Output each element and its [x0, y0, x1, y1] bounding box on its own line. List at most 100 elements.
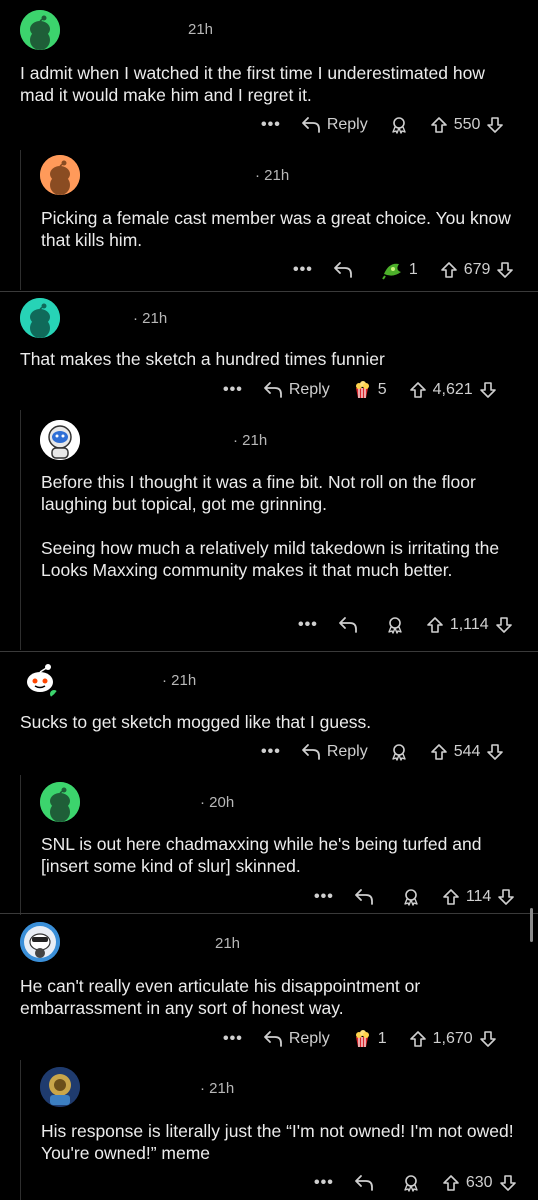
comment-actions: ••• 114	[314, 884, 515, 910]
more-icon[interactable]: •••	[314, 1174, 334, 1192]
award-button[interactable]: 5	[352, 380, 387, 400]
avatar[interactable]	[40, 420, 80, 460]
reply-button[interactable]: Reply	[263, 381, 330, 399]
vote-control: 630	[442, 1174, 517, 1192]
award-icon	[392, 744, 406, 761]
avatar[interactable]	[20, 10, 60, 50]
comment-paragraph: Picking a female cast member was a great…	[41, 208, 511, 250]
award-button[interactable]: 1	[381, 260, 418, 280]
upvote-icon[interactable]	[409, 381, 427, 399]
upvote-icon[interactable]	[430, 116, 448, 134]
vote-score: 4,621	[432, 381, 473, 398]
comment-text: That makes the sketch a hundred times fu…	[20, 348, 520, 370]
avatar[interactable]	[20, 298, 60, 338]
vote-control: 550	[430, 116, 505, 134]
vote-control: 679	[440, 261, 515, 279]
comment-actions: ••• 1,114	[298, 612, 513, 638]
award-button[interactable]	[390, 743, 408, 761]
downvote-icon[interactable]	[486, 116, 504, 134]
comment-text: Before this I thought it was a fine bit.…	[41, 471, 521, 581]
comment-actions: ••• Reply 544	[261, 739, 504, 765]
downvote-icon[interactable]	[499, 1174, 517, 1192]
comment-paragraph: He can't really even articulate his disa…	[20, 976, 421, 1018]
vote-score: 679	[463, 261, 491, 278]
more-icon[interactable]: •••	[293, 261, 313, 279]
comment-time: · 21h	[255, 167, 290, 184]
vote-score: 630	[465, 1174, 493, 1191]
divider	[0, 651, 538, 652]
reply-button[interactable]: Reply	[301, 743, 368, 761]
reply-icon	[338, 617, 357, 633]
comment-paragraph: His response is literally just the “I'm …	[41, 1121, 514, 1163]
reply-icon	[301, 117, 320, 133]
comment-text: Picking a female cast member was a great…	[41, 207, 521, 251]
divider	[0, 913, 538, 914]
more-icon[interactable]: •••	[261, 743, 281, 761]
vote-score: 1,670	[432, 1030, 473, 1047]
reply-button[interactable]	[333, 261, 359, 279]
comment-text: Sucks to get sketch mogged like that I g…	[20, 711, 520, 733]
vote-control: 1,114	[426, 616, 513, 634]
reply-button[interactable]: Reply	[263, 1030, 330, 1048]
reply-button[interactable]	[354, 888, 380, 906]
comment-actions: ••• Reply 5 4,621	[223, 377, 497, 403]
downvote-icon[interactable]	[496, 261, 514, 279]
upvote-icon[interactable]	[426, 616, 444, 634]
downvote-icon[interactable]	[486, 743, 504, 761]
award-icon	[381, 263, 401, 280]
comment-paragraph: SNL is out here chadmaxxing while he's b…	[41, 834, 482, 876]
downvote-icon[interactable]	[479, 381, 497, 399]
comment-time: · 21h	[133, 310, 168, 327]
comment-actions: ••• 630	[314, 1170, 517, 1196]
award-button[interactable]: 1	[352, 1029, 387, 1049]
vote-score: 550	[453, 116, 481, 133]
more-icon[interactable]: •••	[223, 1030, 243, 1048]
award-button[interactable]	[402, 888, 420, 906]
award-count: 1	[408, 261, 418, 278]
avatar[interactable]	[40, 782, 80, 822]
reply-icon	[263, 382, 282, 398]
reply-icon	[263, 1031, 282, 1047]
comment-time: · 21h	[162, 672, 197, 689]
upvote-icon[interactable]	[409, 1030, 427, 1048]
downvote-icon[interactable]	[495, 616, 513, 634]
comment-actions: ••• 1 679	[293, 257, 514, 283]
reply-button[interactable]	[338, 616, 364, 634]
reply-label: Reply	[288, 381, 330, 398]
vote-control: 114	[442, 888, 516, 906]
avatar[interactable]	[20, 660, 60, 700]
upvote-icon[interactable]	[442, 1174, 460, 1192]
scrollbar[interactable]	[530, 908, 533, 942]
snoo-avatar-icon	[20, 298, 60, 338]
comment-actions: ••• Reply 550	[261, 112, 504, 138]
vote-score: 1,114	[449, 616, 489, 633]
comment-paragraph: That makes the sketch a hundred times fu…	[20, 349, 385, 369]
downvote-icon[interactable]	[479, 1030, 497, 1048]
comment-paragraph: Seeing how much a relatively mild takedo…	[41, 538, 500, 580]
more-icon[interactable]: •••	[314, 888, 334, 906]
reply-button[interactable]	[354, 1174, 380, 1192]
avatar[interactable]	[40, 1067, 80, 1107]
downvote-icon[interactable]	[497, 888, 515, 906]
award-icon	[404, 1175, 418, 1192]
more-icon[interactable]: •••	[298, 616, 318, 634]
upvote-icon[interactable]	[440, 261, 458, 279]
award-button[interactable]	[386, 616, 404, 634]
thread-line	[20, 775, 21, 915]
comment-time: 21h	[188, 21, 214, 38]
avatar[interactable]	[40, 155, 80, 195]
comment-paragraph: Before this I thought it was a fine bit.…	[41, 472, 476, 514]
reply-button[interactable]: Reply	[301, 116, 368, 134]
more-icon[interactable]: •••	[223, 381, 243, 399]
award-count: 1	[377, 1030, 387, 1047]
award-button[interactable]	[390, 116, 408, 134]
thread-line	[20, 150, 21, 290]
comment-actions: ••• Reply 1 1,670	[223, 1026, 497, 1052]
avatar[interactable]	[20, 922, 60, 962]
more-icon[interactable]: •••	[261, 116, 281, 134]
award-button[interactable]	[402, 1174, 420, 1192]
custom-avatar-icon	[40, 1067, 80, 1107]
upvote-icon[interactable]	[442, 888, 460, 906]
snoo-avatar-icon	[40, 155, 80, 195]
upvote-icon[interactable]	[430, 743, 448, 761]
